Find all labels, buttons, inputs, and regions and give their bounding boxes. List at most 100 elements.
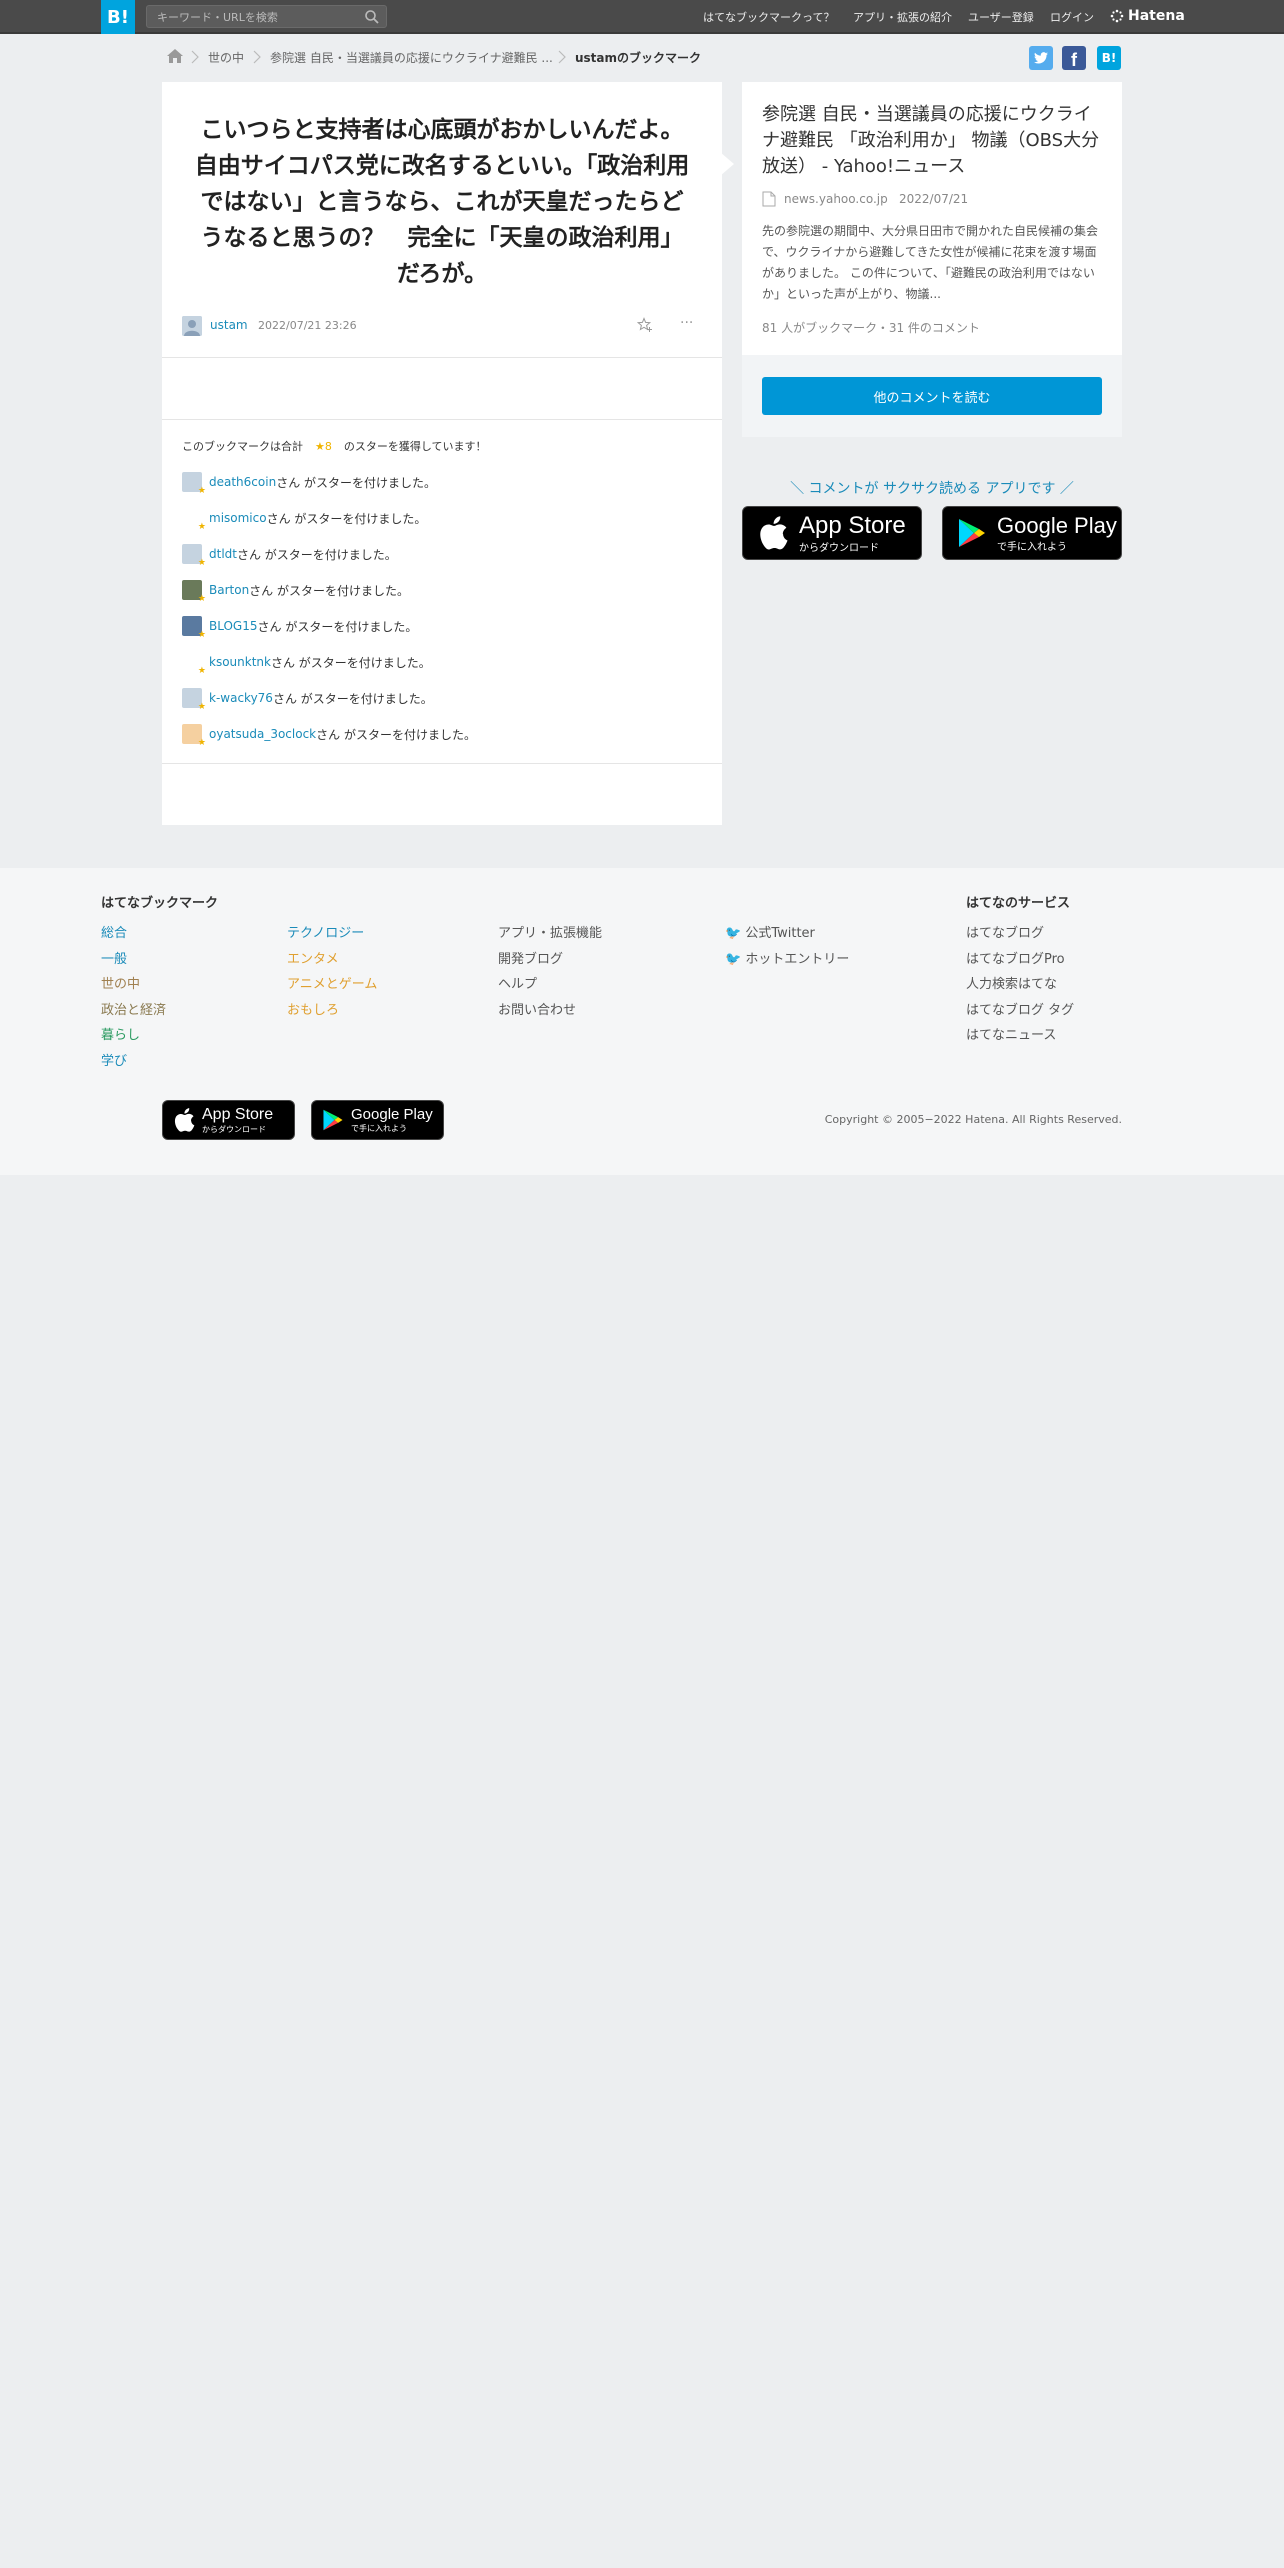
facebook-share-button[interactable]: f — [1062, 46, 1086, 70]
star-count: 8 — [324, 439, 332, 453]
star-user-link[interactable]: BLOG15 — [209, 619, 258, 633]
twitter-share-button[interactable] — [1029, 46, 1053, 70]
avatar[interactable]: ★ — [182, 724, 206, 748]
hatena-bookmark-logo[interactable]: B! — [101, 0, 135, 34]
star-user-link[interactable]: misomico — [209, 511, 267, 525]
footer-link[interactable]: はてなブログ — [966, 921, 1074, 947]
footer-google-play-badge[interactable]: Google Play で手に入れよう — [311, 1100, 444, 1140]
footer-app-store-badge[interactable]: App Store からダウンロード — [162, 1100, 295, 1140]
add-star-icon[interactable] — [637, 317, 653, 333]
nav-apps[interactable]: アプリ・拡張の紹介 — [853, 0, 952, 34]
twitter-icon: 🐦 — [725, 926, 742, 941]
star-row: ★ misomico さん がスターを付けました。 — [182, 508, 426, 532]
search-box — [146, 5, 387, 28]
avatar[interactable]: ★ — [182, 472, 206, 496]
footer-link[interactable]: おもしろ — [287, 998, 377, 1024]
footer-link[interactable]: 人力検索はてな — [966, 972, 1074, 998]
star-icon: ★ — [197, 702, 206, 712]
chevron-right-icon — [253, 50, 261, 64]
app-store-label: App Store — [799, 511, 906, 539]
star-row: ★ dtldt さん がスターを付けました。 — [182, 544, 397, 568]
search-input[interactable] — [147, 7, 347, 28]
app-store-badge[interactable]: App Store からダウンロード — [742, 506, 922, 560]
breadcrumb-category[interactable]: 世の中 — [208, 48, 244, 66]
footer-link[interactable]: 学び — [101, 1049, 166, 1075]
home-icon[interactable] — [165, 47, 185, 65]
services-heading: はてなのサービス — [966, 896, 1071, 911]
avatar[interactable]: ★ — [182, 580, 206, 604]
entry-domain[interactable]: news.yahoo.co.jp — [784, 192, 888, 206]
footer-link[interactable]: エンタメ — [287, 947, 377, 973]
star-icon: ★ — [197, 666, 206, 676]
entry-summary: 先の参院選の期間中、大分県日田市で開かれた自民候補の集会で、ウクライナから避難し… — [762, 224, 1099, 301]
footer-link[interactable]: はてなニュース — [966, 1023, 1074, 1049]
read-more-area: 他のコメントを読む — [742, 355, 1122, 437]
google-play-badge[interactable]: Google Play で手に入れよう — [942, 506, 1122, 560]
star-row: ★ BLOG15 さん がスターを付けました。 — [182, 616, 418, 640]
footer: はてなブックマーク 総合 一般 世の中 政治と経済 暮らし 学び テクノロジー … — [0, 868, 1284, 1175]
nav-register[interactable]: ユーザー登録 — [968, 0, 1034, 34]
footer-link[interactable]: お問い合わせ — [498, 998, 602, 1024]
breadcrumb-current: ustamのブックマーク — [575, 50, 702, 65]
entry-stats[interactable]: 81 人がブックマーク・31 件のコメント — [762, 319, 980, 336]
hatena-brand[interactable]: Hatena — [1110, 8, 1185, 24]
star-icon: ★ — [197, 558, 206, 568]
star-row: ★ k-wacky76 さん がスターを付けました。 — [182, 688, 433, 712]
footer-link[interactable]: アニメとゲーム — [287, 972, 377, 998]
star-icon: ★ — [197, 486, 206, 496]
entry-card: 参院選 自民・当選議員の応援にウクライナ避難民 「政治利用か」 物議（OBS大分… — [742, 82, 1122, 437]
footer-col-services: はてなブログ はてなブログPro 人力検索はてな はてなブログ タグ はてなニュ… — [966, 921, 1074, 1049]
breadcrumb-entry[interactable]: 参院選 自民・当選議員の応援にウクライナ避難民 ... — [270, 48, 553, 66]
star-user-link[interactable]: Barton — [209, 583, 249, 597]
star-user-link[interactable]: dtldt — [209, 547, 237, 561]
star-text: さん がスターを付けました。 — [249, 583, 409, 598]
star-icon: ★ — [197, 594, 206, 604]
hatena-share-button[interactable]: B! — [1097, 46, 1121, 70]
footer-link[interactable]: 総合 — [101, 921, 166, 947]
bookmark-user[interactable]: ustam — [210, 318, 248, 332]
star-row: ★ Barton さん がスターを付けました。 — [182, 580, 409, 604]
apple-icon — [760, 516, 788, 550]
entry-title[interactable]: 参院選 自民・当選議員の応援にウクライナ避難民 「政治利用か」 物議（OBS大分… — [762, 102, 1107, 180]
search-icon[interactable] — [364, 9, 380, 25]
footer-link[interactable]: アプリ・拡張機能 — [498, 921, 602, 947]
footer-link[interactable]: 開発ブログ — [498, 947, 602, 973]
footer-link[interactable]: 暮らし — [101, 1023, 166, 1049]
facebook-icon: f — [1071, 49, 1077, 70]
hatena-bookmark-icon: B! — [1101, 51, 1117, 65]
google-play-sublabel: で手に入れよう — [351, 1124, 407, 1133]
star-text: さん がスターを付けました。 — [257, 619, 418, 634]
star-user-link[interactable]: k-wacky76 — [209, 691, 273, 705]
star-user-link[interactable]: oyatsuda_3oclock — [209, 727, 316, 741]
star-user-link[interactable]: death6coin — [209, 475, 276, 489]
google-play-label: Google Play — [997, 512, 1117, 538]
footer-link[interactable]: テクノロジー — [287, 921, 377, 947]
footer-link[interactable]: 一般 — [101, 947, 166, 973]
avatar[interactable]: ★ — [182, 688, 206, 712]
footer-link[interactable]: はてなブログ タグ — [966, 998, 1074, 1024]
google-play-label: Google Play — [351, 1106, 433, 1123]
star-user-link[interactable]: ksounktnk — [209, 655, 271, 669]
footer-link[interactable]: 政治と経済 — [101, 998, 166, 1024]
top-bar: B! はてなブックマークって？ アプリ・拡張の紹介 ユーザー登録 ログイン Ha… — [0, 0, 1284, 34]
avatar[interactable]: ★ — [182, 544, 206, 568]
star-text: さん がスターを付けました。 — [270, 655, 431, 670]
star-text: さん がスターを付けました。 — [236, 547, 397, 562]
avatar[interactable]: ★ — [182, 616, 206, 640]
avatar[interactable] — [182, 316, 202, 336]
avatar[interactable]: ★ — [182, 508, 206, 532]
default-user-icon — [182, 316, 202, 336]
footer-link[interactable]: ヘルプ — [498, 972, 602, 998]
read-more-button[interactable]: 他のコメントを読む — [762, 377, 1102, 415]
footer-link[interactable]: はてなブログPro — [966, 947, 1074, 973]
bookmark-comment: こいつらと支持者は心底頭がおかしいんだよ。自由サイコパス党に改名するといい。「政… — [194, 117, 690, 287]
avatar[interactable]: ★ — [182, 652, 206, 676]
nav-about[interactable]: はてなブックマークって？ — [703, 0, 834, 34]
nav-login[interactable]: ログイン — [1050, 0, 1094, 34]
footer-link-twitter[interactable]: 🐦 公式Twitter — [725, 921, 849, 947]
more-menu-button[interactable]: ··· — [680, 315, 693, 331]
divider — [162, 419, 722, 420]
footer-link-hotentry[interactable]: 🐦 ホットエントリー — [725, 947, 849, 973]
footer-link[interactable]: 世の中 — [101, 972, 166, 998]
app-store-label: App Store — [202, 1105, 274, 1123]
